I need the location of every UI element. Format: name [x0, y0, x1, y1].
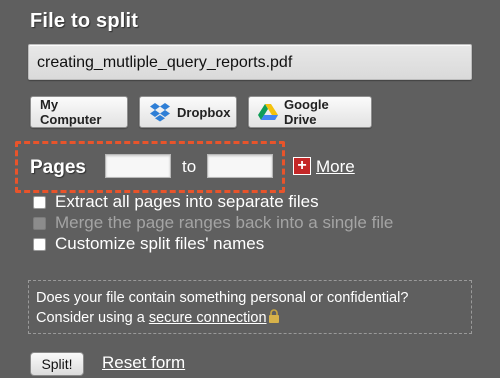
lock-icon — [268, 309, 280, 330]
merge-ranges-label: Merge the page ranges back into a single… — [55, 213, 394, 232]
notice-line-2: Consider using a secure connection — [36, 308, 464, 330]
merge-ranges-checkbox — [33, 216, 46, 230]
my-computer-label: My Computer — [40, 97, 102, 127]
extract-all-label: Extract all pages into separate files — [55, 192, 319, 211]
customize-names-label: Customize split files' names — [55, 234, 265, 253]
more-link[interactable]: More — [316, 157, 355, 177]
dropbox-button[interactable]: Dropbox — [139, 96, 237, 128]
page-to-input[interactable] — [207, 154, 273, 178]
my-computer-button[interactable]: My Computer — [30, 96, 128, 128]
notice-line-1: Does your file contain something persona… — [36, 290, 409, 306]
dropbox-icon — [149, 102, 171, 122]
pages-label: Pages — [30, 157, 86, 178]
to-label: to — [182, 157, 197, 176]
notice-line-2-prefix: Consider using a — [36, 310, 149, 326]
google-drive-button[interactable]: Google Drive — [248, 96, 372, 128]
option-merge-ranges: Merge the page ranges back into a single… — [33, 213, 393, 233]
google-drive-label: Google Drive — [284, 97, 329, 127]
option-customize-names[interactable]: Customize split files' names — [33, 234, 264, 254]
selected-file-field[interactable]: creating_mutliple_query_reports.pdf — [28, 44, 472, 80]
plus-icon[interactable]: + — [293, 157, 311, 175]
extract-all-checkbox[interactable] — [33, 195, 46, 209]
split-button[interactable]: Split! — [30, 352, 84, 376]
dropbox-label: Dropbox — [177, 104, 231, 120]
page-from-input[interactable] — [105, 154, 171, 178]
security-notice: Does your file contain something persona… — [28, 280, 472, 334]
secure-connection-link[interactable]: secure connection — [149, 310, 267, 326]
reset-form-link[interactable]: Reset form — [102, 353, 185, 373]
file-to-split-title: File to split — [30, 10, 139, 32]
option-extract-all[interactable]: Extract all pages into separate files — [33, 192, 319, 212]
customize-names-checkbox[interactable] — [33, 237, 46, 251]
google-drive-icon — [258, 103, 278, 121]
